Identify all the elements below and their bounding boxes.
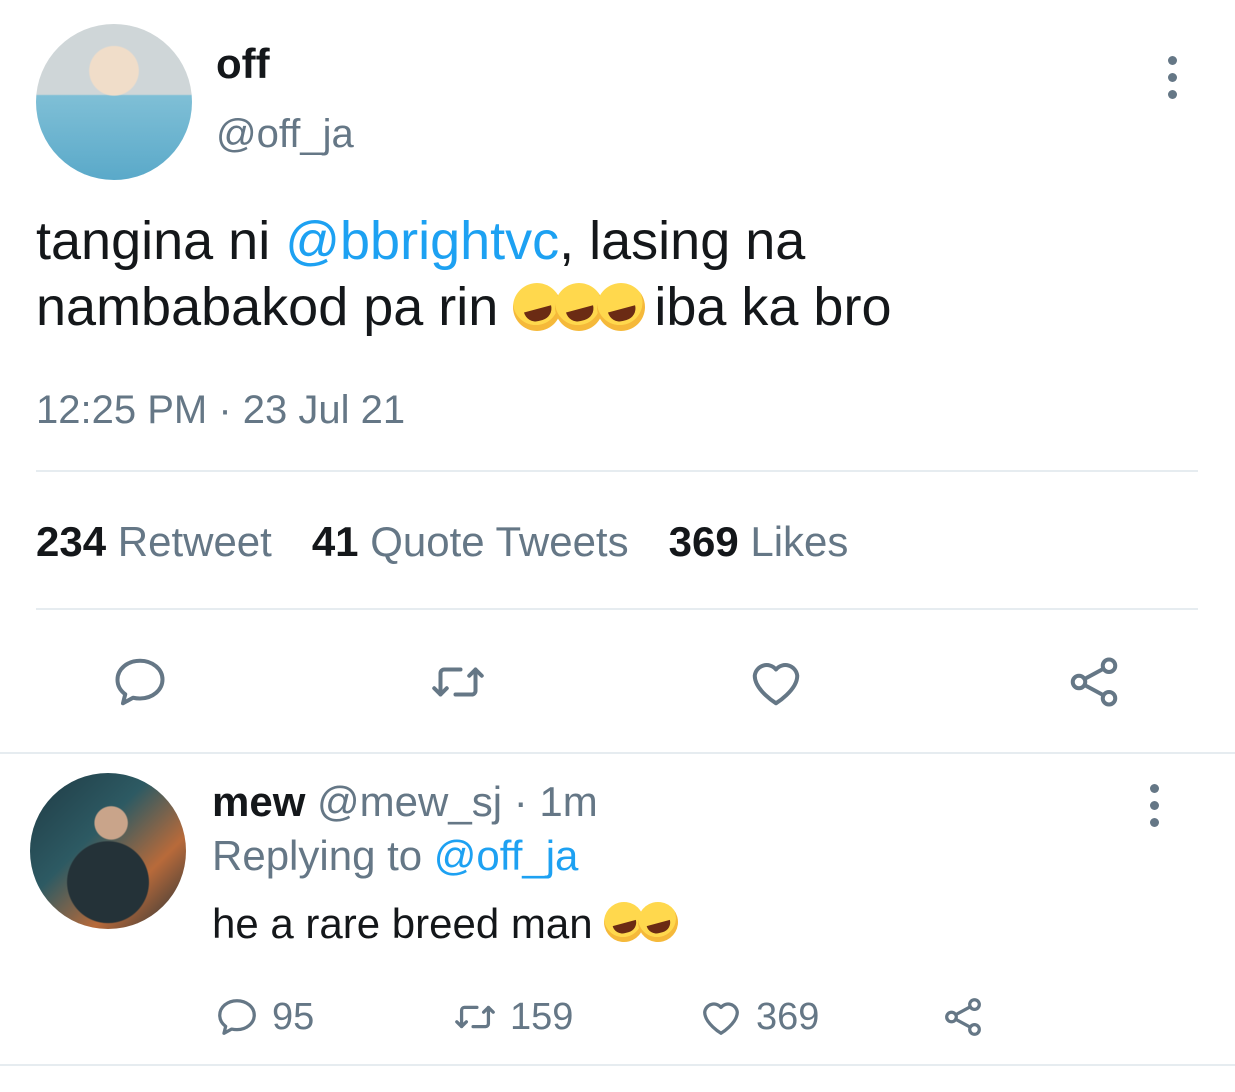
retweet-icon [455, 1005, 495, 1029]
more-icon[interactable] [1164, 56, 1180, 99]
likes-label: Likes [750, 518, 849, 565]
tweet-text-after-emoji: iba ka bro [639, 277, 892, 337]
divider [0, 1064, 1235, 1066]
replying-to-link[interactable]: @off_ja [434, 832, 579, 879]
reply-like-action[interactable]: 369 [698, 994, 819, 1040]
retweet-count: 159 [510, 995, 574, 1038]
reply-share-action[interactable] [940, 994, 986, 1040]
reply-time: · 1m [513, 778, 598, 825]
quotes-stat[interactable]: 41 Quote Tweets [312, 518, 629, 566]
reply-author-name[interactable]: mew [212, 778, 305, 825]
mention-link[interactable]: @bbrightvc [285, 211, 559, 271]
author-avatar[interactable] [36, 24, 192, 180]
likes-count: 369 [668, 518, 739, 565]
reply-author-handle[interactable]: @mew_sj [317, 778, 502, 825]
divider [36, 608, 1198, 610]
heart-icon [703, 1002, 739, 1035]
reply-header: mew @mew_sj · 1m [212, 778, 598, 826]
author-name[interactable]: off [216, 40, 270, 88]
divider [36, 470, 1198, 472]
reply-text: he a rare breed man [212, 897, 683, 948]
reply-text-content: he a rare breed man [212, 900, 605, 947]
retweet-icon[interactable] [428, 652, 488, 712]
share-icon [945, 998, 981, 1036]
likes-stat[interactable]: 369 Likes [669, 518, 849, 566]
replying-to: Replying to @off_ja [212, 832, 578, 880]
tweet-text-part2: , lasing na [559, 211, 806, 271]
quotes-count: 41 [311, 518, 359, 565]
reply-count: 95 [272, 995, 315, 1038]
retweets-label: Retweet [117, 518, 272, 565]
reply-icon [218, 999, 256, 1035]
retweets-count: 234 [36, 518, 107, 565]
retweets-stat[interactable]: 234 Retweet [36, 518, 272, 566]
tweet-timestamp[interactable]: 12:25 PM · 23 Jul 21 [36, 388, 405, 433]
tweet-stats: 234 Retweet 41 Quote Tweets 369 Likes [36, 518, 848, 566]
reply-icon[interactable] [110, 652, 170, 712]
like-count: 369 [756, 995, 820, 1038]
heart-icon[interactable] [746, 652, 806, 712]
more-icon[interactable] [1146, 784, 1162, 827]
tweet-text-part1: tangina ni [36, 211, 286, 271]
author-handle[interactable]: @off_ja [216, 112, 354, 157]
rofl-emoji-icon [633, 897, 683, 947]
tweet-text-line2: nambabakod pa rin [36, 277, 514, 337]
reply-author-avatar[interactable] [30, 773, 186, 929]
reply-retweet-action[interactable]: 159 [452, 994, 573, 1040]
share-icon[interactable] [1064, 652, 1124, 712]
divider [0, 752, 1235, 754]
quotes-label: Quote Tweets [370, 518, 629, 565]
reply-reply-action[interactable]: 95 [214, 994, 314, 1040]
replying-prefix: Replying to [212, 832, 434, 879]
tweet-text: tangina ni @bbrightvc, lasing na nambaba… [36, 208, 1186, 340]
